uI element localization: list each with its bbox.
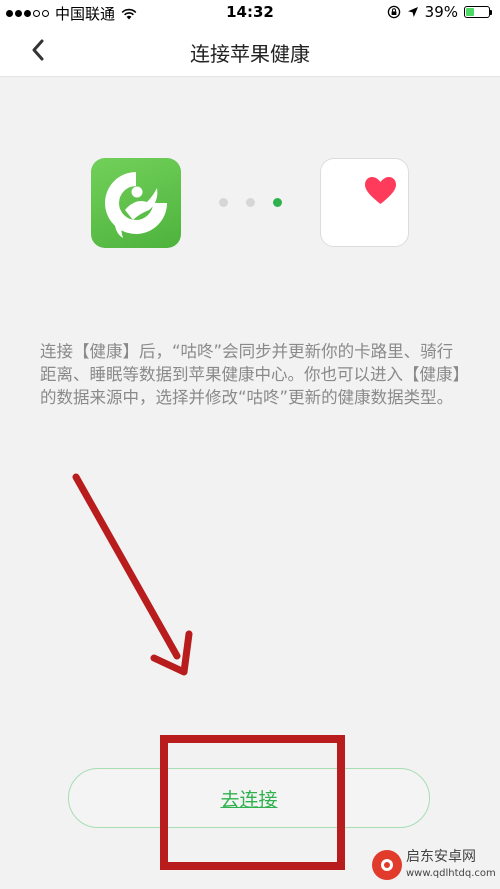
connect-button[interactable]: 去连接 (68, 768, 430, 828)
connect-button-label: 去连接 (220, 788, 278, 811)
status-right: 39% (387, 3, 492, 21)
pager-dots (219, 198, 282, 207)
watermark-text: 启东安卓网 (406, 849, 476, 865)
page-title: 连接苹果健康 (190, 42, 310, 66)
apple-health-heart-icon (320, 158, 409, 247)
watermark-url: www.qdlhtdq.com (406, 868, 496, 879)
codoon-app-icon (91, 158, 181, 248)
pager-dot (246, 198, 255, 207)
pager-dot-active (273, 198, 282, 207)
battery-percent: 39% (424, 3, 458, 21)
location-arrow-icon (407, 7, 418, 17)
watermark-logo-icon (372, 850, 402, 880)
description-text: 连接【健康】后，“咕咚”会同步并更新你的卡路里、骑行距离、睡眠等数据到苹果健康中… (40, 342, 461, 407)
status-bar: 中国联通 14:32 39% (0, 0, 500, 24)
pager-dot (219, 198, 228, 207)
nav-bar: 连接苹果健康 (0, 24, 500, 77)
rotation-lock-icon (387, 5, 400, 19)
battery-icon (464, 6, 492, 18)
annotation-arrow (72, 473, 193, 676)
